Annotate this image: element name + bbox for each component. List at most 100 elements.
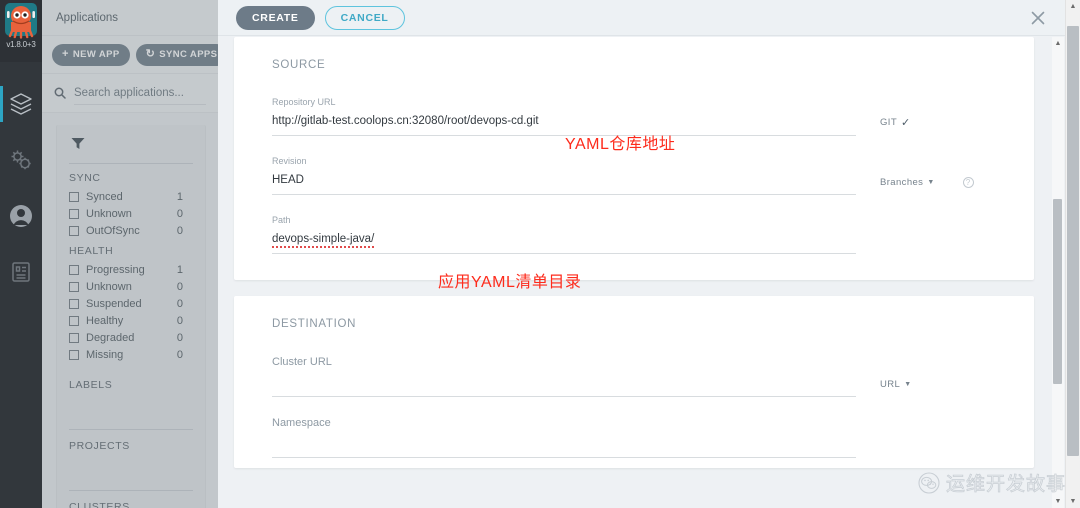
sync-apps-button-label: SYNC APPS — [159, 49, 218, 60]
new-app-button-label: NEW APP — [72, 49, 120, 60]
check-icon: ✓ — [901, 117, 911, 129]
filter-separator — [69, 163, 193, 164]
search-icon — [54, 87, 66, 99]
repository-url-label: Repository URL — [272, 97, 336, 107]
search-input-placeholder: Search applications... — [74, 86, 184, 99]
sidebar-actions: + NEW APP ↻ SYNC APPS — [42, 36, 218, 74]
cluster-url-field: Cluster URL URL ▼ — [272, 356, 1006, 397]
filter-label: Progressing — [86, 263, 145, 276]
checkbox-icon[interactable] — [69, 332, 79, 343]
rail-item-user-info[interactable] — [0, 188, 42, 244]
checkbox-icon[interactable] — [69, 349, 79, 360]
filter-separator — [69, 490, 193, 491]
checkbox-icon[interactable] — [69, 225, 79, 236]
panel-scrollbar[interactable]: ▲ ▼ — [1052, 37, 1064, 508]
filter-group-health: HEALTH Progressing 1 Unknown 0 Suspended… — [69, 245, 193, 363]
checkbox-icon[interactable] — [69, 191, 79, 202]
filter-label: OutOfSync — [86, 224, 140, 237]
revision-mode-dropdown[interactable]: Branches ▼ ? — [856, 177, 1006, 195]
filter-count: 0 — [176, 280, 183, 293]
filter-row-outofsync[interactable]: OutOfSync 0 — [69, 222, 193, 239]
plus-icon: + — [62, 48, 69, 60]
filter-label: Degraded — [86, 331, 135, 344]
sidebar-divider — [42, 112, 218, 113]
namespace-input[interactable] — [272, 437, 856, 458]
sync-apps-button[interactable]: ↻ SYNC APPS — [135, 43, 218, 66]
filter-group-labels: LABELS — [69, 379, 193, 430]
filter-count: 0 — [176, 348, 183, 361]
applications-icon — [10, 93, 32, 115]
page-scroll-down-arrow[interactable]: ▼ — [1066, 495, 1080, 508]
path-field: Path devops-simple-java/ — [272, 215, 1006, 254]
filter-group-projects: PROJECTS — [69, 440, 193, 491]
search-input[interactable]: Search applications... — [74, 81, 206, 105]
checkbox-icon[interactable] — [69, 315, 79, 326]
rail-item-documentation[interactable] — [0, 244, 42, 300]
filter-row-suspended[interactable]: Suspended 0 — [69, 295, 193, 312]
applications-sidebar: Applications + NEW APP ↻ SYNC APPS Searc… — [42, 0, 218, 508]
filter-group-sync: SYNC Synced 1 Unknown 0 OutOfSync 0 — [69, 172, 193, 239]
filter-label: Unknown — [86, 280, 132, 293]
panel-scroll-area: SOURCE Repository URL http://gitlab-test… — [218, 37, 1066, 508]
filter-row-progressing[interactable]: Progressing 1 — [69, 261, 193, 278]
filter-count: 0 — [176, 297, 183, 310]
user-info-icon — [10, 205, 32, 227]
scroll-up-arrow[interactable]: ▲ — [1052, 37, 1064, 50]
path-input[interactable]: devops-simple-java/ — [272, 233, 856, 254]
filters-panel: SYNC Synced 1 Unknown 0 OutOfSync 0 HEAL… — [56, 125, 206, 508]
destination-card: DESTINATION Cluster URL URL ▼ Namespace — [234, 296, 1034, 468]
sidebar-title-bar: Applications — [42, 0, 218, 36]
filter-group-body — [69, 395, 193, 421]
create-button[interactable]: CREATE — [236, 5, 315, 30]
close-icon[interactable] — [1028, 8, 1048, 28]
left-nav-rail: v1.8.0+3 — [0, 0, 42, 508]
search-bar[interactable]: Search applications... — [42, 74, 218, 112]
new-app-button[interactable]: + NEW APP — [52, 43, 130, 66]
revision-mode-label: Branches — [880, 177, 924, 188]
filter-group-title: HEALTH — [69, 245, 114, 257]
filter-label: Synced — [86, 190, 123, 203]
page-scrollbar-thumb[interactable] — [1067, 26, 1079, 456]
cluster-url-label: Cluster URL — [272, 356, 332, 368]
filter-row-healthy[interactable]: Healthy 0 — [69, 312, 193, 329]
checkbox-icon[interactable] — [69, 264, 79, 275]
filter-label: Healthy — [86, 314, 124, 327]
repository-url-input[interactable]: http://gitlab-test.coolops.cn:32080/root… — [272, 115, 856, 136]
page-scrollbar[interactable]: ▲ ▼ — [1065, 0, 1080, 508]
checkbox-icon[interactable] — [69, 281, 79, 292]
repository-url-field: Repository URL http://gitlab-test.coolop… — [272, 97, 1006, 136]
filter-count: 0 — [176, 314, 183, 327]
filter-header — [69, 135, 193, 163]
cluster-mode-label: URL — [880, 379, 901, 390]
settings-gears-icon — [11, 150, 31, 170]
revision-label: Revision — [272, 156, 307, 166]
filter-row-synced[interactable]: Synced 1 — [69, 188, 193, 205]
scroll-down-arrow[interactable]: ▼ — [1052, 495, 1064, 508]
revision-input[interactable]: HEAD — [272, 174, 856, 195]
close-x-glyph — [1031, 11, 1045, 25]
help-icon[interactable]: ? — [962, 177, 974, 188]
page-scroll-up-arrow[interactable]: ▲ — [1066, 0, 1080, 13]
filter-row-degraded[interactable]: Degraded 0 — [69, 329, 193, 346]
checkbox-icon[interactable] — [69, 208, 79, 219]
panel-scrollbar-thumb[interactable] — [1053, 199, 1062, 384]
path-input-value: devops-simple-java/ — [272, 233, 375, 248]
filter-group-body — [69, 456, 193, 482]
filter-count: 0 — [176, 224, 183, 237]
rail-item-list — [0, 62, 42, 300]
cluster-mode-dropdown[interactable]: URL ▼ — [856, 379, 1006, 397]
rail-item-settings[interactable] — [0, 132, 42, 188]
cancel-button[interactable]: CANCEL — [324, 5, 405, 30]
documentation-icon — [12, 262, 30, 282]
repository-type-selector[interactable]: GIT ✓ — [856, 116, 1006, 136]
cluster-url-input[interactable] — [272, 376, 856, 397]
argocd-logo-block[interactable]: v1.8.0+3 — [0, 0, 42, 62]
filter-row-missing[interactable]: Missing 0 — [69, 346, 193, 363]
filter-row-unknown-sync[interactable]: Unknown 0 — [69, 205, 193, 222]
namespace-field-side — [856, 451, 1006, 458]
new-application-panel: CREATE CANCEL SOURCE Repository URL http… — [218, 0, 1080, 508]
filter-group-title: PROJECTS — [69, 440, 130, 452]
filter-row-unknown-health[interactable]: Unknown 0 — [69, 278, 193, 295]
checkbox-icon[interactable] — [69, 298, 79, 309]
rail-item-applications[interactable] — [0, 76, 42, 132]
